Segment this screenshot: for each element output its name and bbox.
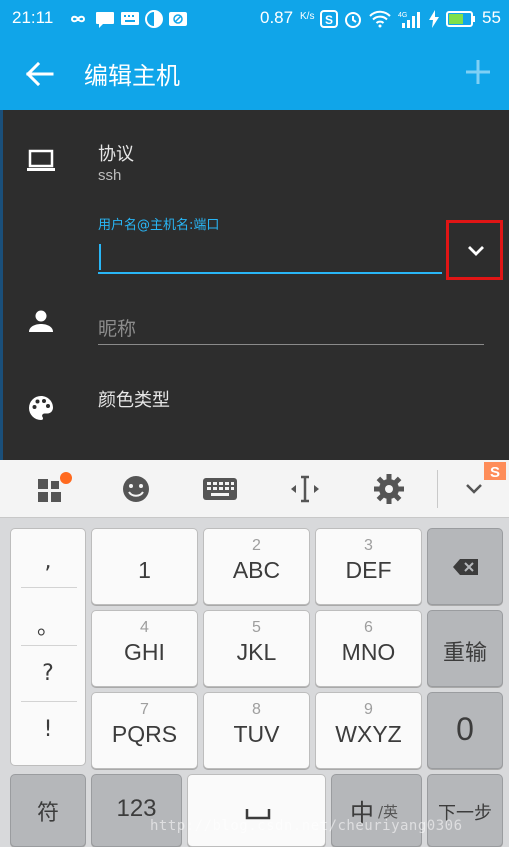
key-1[interactable]: 1 (91, 528, 198, 605)
backspace-icon (453, 559, 478, 575)
nickname-underline (98, 344, 484, 345)
cursor-move-icon[interactable] (287, 472, 323, 506)
punctuation-column: , 。 ? ! (10, 528, 86, 766)
page-title: 编辑主机 (84, 62, 180, 90)
network-speed: 0.87 (260, 8, 294, 27)
next-step-key[interactable]: 下一步 (427, 774, 503, 847)
host-input[interactable] (98, 240, 442, 274)
key-7-pqrs[interactable]: 7 PQRS (91, 692, 198, 769)
key-4-ghi[interactable]: 4 GHI (91, 610, 198, 687)
keyboard-status-icon (121, 12, 139, 25)
nickname-placeholder: 昵称 (98, 318, 137, 340)
punct-divider (21, 645, 77, 646)
emoji-icon[interactable] (118, 472, 154, 506)
svg-text:S: S (490, 464, 500, 481)
nickname-input[interactable]: 昵称 (98, 308, 484, 348)
battery-icon (446, 11, 475, 27)
toolbar: 编辑主机 (0, 38, 509, 110)
gear-icon[interactable] (371, 472, 407, 506)
charging-icon (429, 10, 439, 28)
message-icon (96, 12, 114, 28)
host-form (0, 110, 509, 460)
punct-question-key[interactable]: ? (11, 661, 85, 686)
app-grid-icon[interactable] (36, 472, 72, 506)
punct-exclaim-key[interactable]: ! (11, 717, 85, 742)
palette-icon (29, 396, 53, 420)
retype-key[interactable]: 重输 (427, 610, 503, 687)
sogou-status-icon: S (320, 10, 338, 28)
backspace-key[interactable] (427, 528, 503, 605)
blog-watermark: http://blog.csdn.net/cheuriyang0306 (150, 818, 463, 834)
no-disturb-icon (169, 12, 187, 26)
host-dropdown-button[interactable] (446, 220, 503, 280)
key-3-def[interactable]: 3 DEF (315, 528, 422, 605)
back-arrow-icon[interactable] (20, 58, 60, 90)
protocol-value[interactable]: ssh (98, 167, 121, 184)
battery-level: 55 (482, 8, 501, 27)
wifi-icon (369, 10, 391, 28)
symbol-key[interactable]: 符 (10, 774, 86, 847)
host-input-underline (98, 272, 442, 274)
chevron-down-icon (468, 246, 484, 256)
data-saver-icon (145, 10, 163, 28)
key-8-tuv[interactable]: 8 TUV (203, 692, 310, 769)
space-key[interactable] (187, 774, 326, 847)
network-speed-unit: K/s (300, 11, 315, 22)
key-5-jkl[interactable]: 5 JKL (203, 610, 310, 687)
sogou-logo-icon: S (484, 462, 506, 481)
person-icon (29, 310, 53, 332)
zero-key[interactable]: 0 (427, 692, 503, 769)
punct-divider (21, 701, 77, 702)
signal-icon: 4G (398, 12, 420, 28)
status-time: 21:11 (12, 8, 54, 27)
color-type-label[interactable]: 颜色类型 (98, 386, 170, 412)
protocol-label[interactable]: 协议 (98, 140, 134, 166)
keyboard-icon[interactable] (202, 472, 238, 506)
status-bar: 21:11 0.87 K/s S 4G 55 (0, 0, 509, 38)
punct-divider (21, 587, 77, 588)
key-2-abc[interactable]: 2 ABC (203, 528, 310, 605)
svg-text:4G: 4G (398, 12, 407, 19)
key-6-mno[interactable]: 6 MNO (315, 610, 422, 687)
numeric-key[interactable]: 123 (91, 774, 182, 847)
toolbar-divider (437, 470, 438, 508)
app-bar: 21:11 0.87 K/s S 4G 55 编辑主机 (0, 0, 509, 110)
keyboard-toolbar: S (0, 460, 509, 518)
language-switch-key[interactable]: 中 /英 (331, 774, 422, 847)
svg-text:S: S (325, 13, 333, 27)
laptop-icon (27, 149, 55, 171)
add-icon[interactable] (460, 54, 496, 90)
infinity-icon (70, 15, 86, 23)
host-hint-label: 用户名@主机名:端口 (98, 218, 220, 233)
key-9-wxyz[interactable]: 9 WXYZ (315, 692, 422, 769)
alarm-icon (345, 12, 361, 28)
punct-period-key[interactable]: 。 (11, 609, 85, 641)
punct-comma-key[interactable]: , (11, 549, 85, 574)
